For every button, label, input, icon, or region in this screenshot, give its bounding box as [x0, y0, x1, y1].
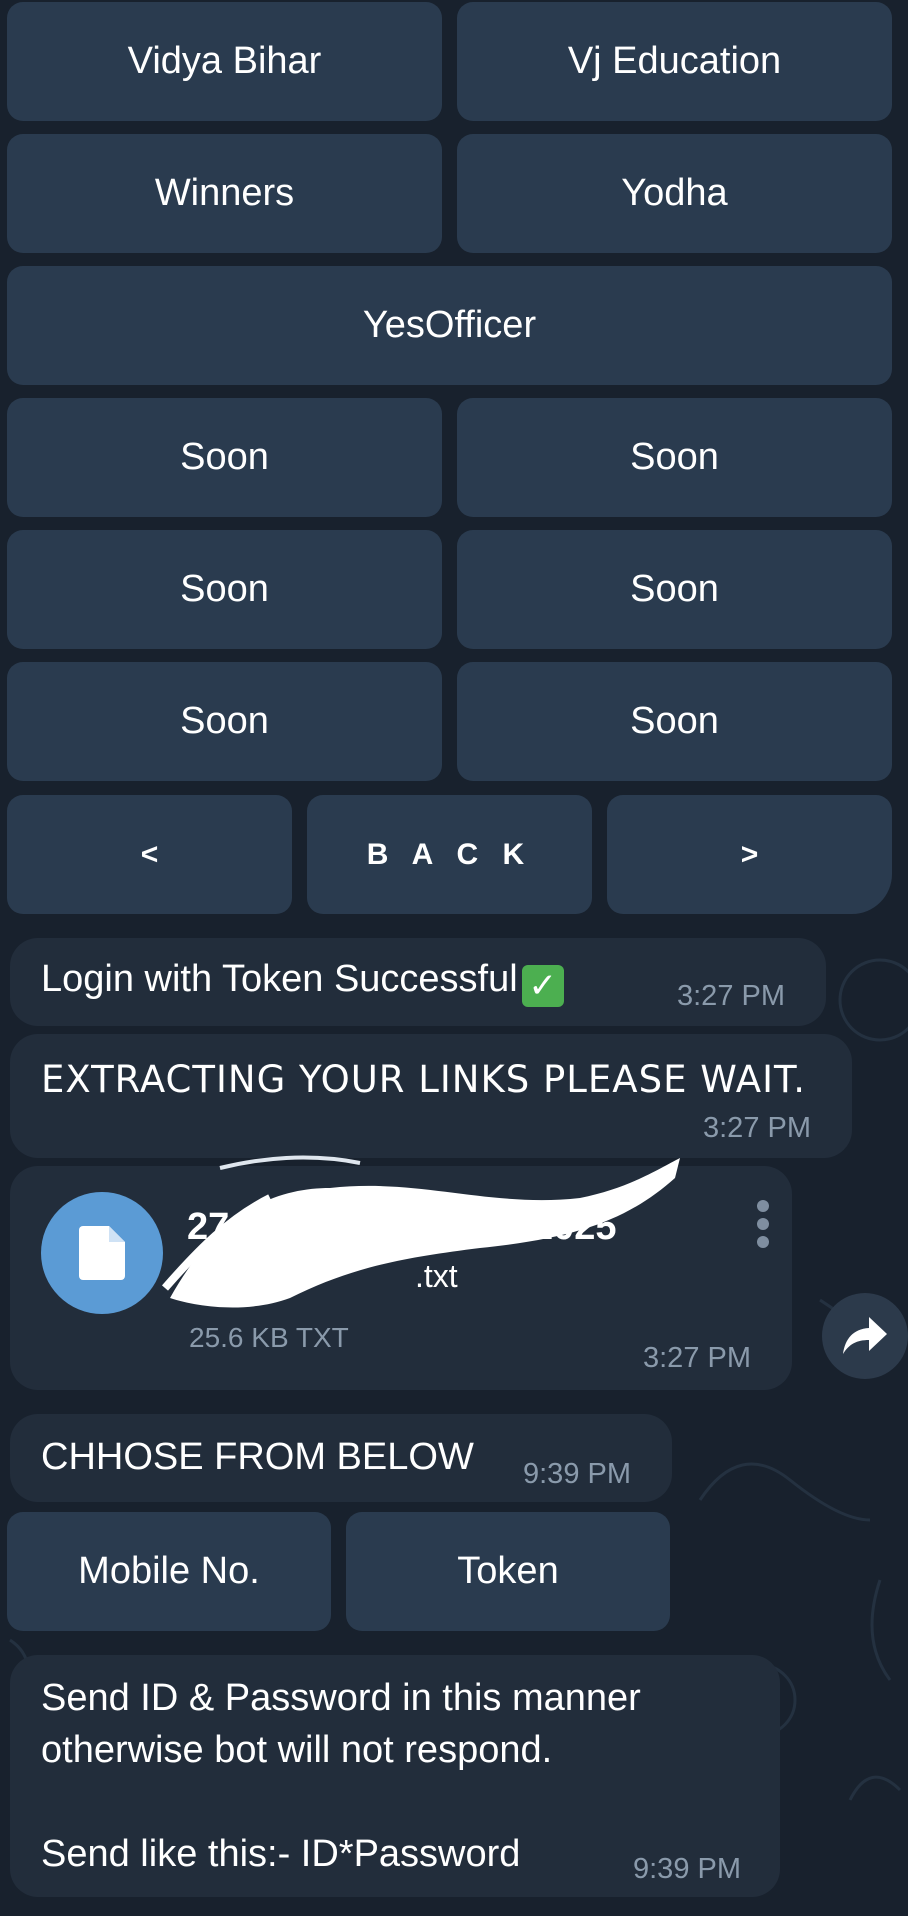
button-soon[interactable]: Soon	[7, 530, 442, 649]
message-time: 3:27 PM	[703, 1112, 811, 1144]
prev-page-button[interactable]: <	[7, 795, 292, 914]
message-text: Login with Token Successful ✓	[41, 958, 564, 1007]
message-choose: CHHOSE FROM BELOW 9:39 PM	[10, 1414, 672, 1502]
message-time: 3:27 PM	[643, 1342, 751, 1374]
message-text-line1: Send ID & Password in this manner	[41, 1677, 641, 1719]
back-button[interactable]: B A C K	[307, 795, 592, 914]
message-text: CHHOSE FROM BELOW	[41, 1436, 474, 1478]
button-soon[interactable]: Soon	[457, 530, 892, 649]
button-vj-education[interactable]: Vj Education	[457, 2, 892, 121]
message-text: EXTRACTING YOUR LINKS PLEASE WAIT.	[41, 1058, 806, 1101]
message-login-success: Login with Token Successful ✓ 3:27 PM	[10, 938, 826, 1026]
message-time: 9:39 PM	[633, 1853, 741, 1885]
button-soon[interactable]: Soon	[457, 398, 892, 517]
next-page-button[interactable]: >	[607, 795, 892, 914]
button-vidya-bihar[interactable]: Vidya Bihar	[7, 2, 442, 121]
mobile-number-button[interactable]: Mobile No.	[7, 1512, 331, 1631]
redaction-scribble	[161, 1155, 680, 1308]
document-icon[interactable]	[41, 1192, 163, 1314]
message-file[interactable]: 27 2025 .txt 25.6 KB TXT 3:27 PM	[10, 1155, 792, 1390]
message-text-line2: otherwise bot will not respond.	[41, 1729, 553, 1771]
token-button[interactable]: Token	[346, 1512, 670, 1631]
button-soon[interactable]: Soon	[7, 398, 442, 517]
message-time: 3:27 PM	[677, 980, 785, 1012]
button-winners[interactable]: Winners	[7, 134, 442, 253]
file-meta: 25.6 KB TXT	[189, 1322, 349, 1353]
button-soon[interactable]: Soon	[457, 662, 892, 781]
button-yesofficer[interactable]: YesOfficer	[7, 266, 892, 385]
more-vertical-icon[interactable]	[757, 1200, 771, 1248]
forward-share-icon[interactable]	[822, 1293, 908, 1379]
button-yodha[interactable]: Yodha	[457, 134, 892, 253]
message-time: 9:39 PM	[523, 1458, 631, 1490]
check-mark-button-icon: ✓	[521, 965, 564, 1007]
message-send-instructions: Send ID & Password in this manner otherw…	[10, 1655, 780, 1897]
button-soon[interactable]: Soon	[7, 662, 442, 781]
message-text-line3: Send like this:- ID*Password	[41, 1833, 521, 1875]
message-extracting: EXTRACTING YOUR LINKS PLEASE WAIT. 3:27 …	[10, 1034, 852, 1158]
